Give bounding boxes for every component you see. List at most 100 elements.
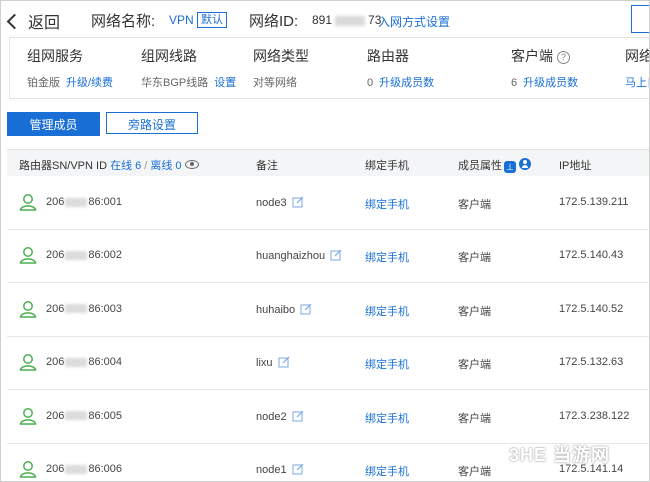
summary-value: 0 — [367, 77, 374, 89]
redacted-blur — [65, 464, 88, 474]
online-filter[interactable]: 在线 6 — [110, 160, 141, 172]
redacted-blur — [65, 357, 88, 367]
watermark-logo: 3HE 当游网 — [509, 445, 611, 465]
note-text: huanghaizhou — [256, 250, 326, 263]
table-row: 206 86:005 node2 绑定手机 客户端 172.3.238.122 — [7, 390, 649, 444]
member-note: huanghaizhou — [256, 249, 342, 262]
summary-title: 组网线路 — [141, 48, 197, 64]
network-id-prefix: 891 — [312, 13, 333, 27]
note-text: node2 — [256, 410, 287, 423]
bind-phone-link[interactable]: 绑定手机 — [365, 356, 409, 372]
eye-icon[interactable] — [184, 160, 199, 169]
member-note: node3 — [256, 196, 304, 209]
bind-phone-link[interactable]: 绑定手机 — [365, 463, 409, 479]
member-ip: 172.5.140.52 — [559, 302, 624, 315]
bind-phone-link[interactable]: 绑定手机 — [365, 303, 409, 319]
edit-icon[interactable] — [278, 356, 290, 368]
edit-icon[interactable] — [292, 410, 304, 422]
redacted-blur — [65, 250, 88, 260]
member-attr: 客户端 — [458, 305, 491, 318]
summary-client: 客户端? 6 升级成员数 — [511, 46, 578, 90]
upgrade-router-members-link[interactable]: 升级成员数 — [379, 77, 434, 89]
line-settings-link[interactable]: 设置 — [214, 77, 236, 89]
back-button[interactable]: 返回 — [6, 9, 61, 33]
sn-suffix: 86:002 — [88, 249, 123, 262]
summary-value: 铂金版 — [27, 77, 60, 89]
member-sn: 206 86:004 — [46, 356, 122, 368]
user-icon — [18, 406, 38, 426]
sn-suffix: 86:004 — [88, 356, 123, 369]
table-row: 206 86:004 lixu 绑定手机 客户端 172.5.132.63 — [7, 336, 649, 391]
member-attr: 客户端 — [458, 466, 491, 478]
user-icon — [18, 192, 38, 212]
user-icon — [18, 299, 38, 319]
filter-separator: / — [144, 160, 148, 172]
user-icon — [18, 245, 38, 265]
summary-service: 组网服务 铂金版 升级/续费 — [27, 46, 113, 90]
user-icon — [18, 352, 38, 372]
summary-type: 网络类型 对等网络 — [253, 46, 309, 90]
bind-phone-link[interactable]: 绑定手机 — [365, 249, 409, 265]
client-filter-icon[interactable] — [519, 158, 531, 170]
summary-router: 路由器 0 升级成员数 — [367, 46, 434, 90]
summary-line: 组网线路 华东BGP线路 设置 — [141, 46, 236, 90]
member-note: lixu — [256, 356, 290, 369]
member-sn: 206 86:001 — [46, 196, 122, 208]
upgrade-renew-link[interactable]: 升级/续费 — [66, 77, 113, 89]
network-summary-panel: 组网服务 铂金版 升级/续费 组网线路 华东BGP线路 设置 网络类型 对等网络 路… — [9, 37, 649, 99]
back-label: 返回 — [28, 15, 61, 32]
header-attr-label: 成员属性 — [458, 160, 502, 172]
redacted-blur — [335, 15, 366, 26]
member-sn: 206 86:002 — [46, 249, 122, 261]
sn-prefix: 206 — [46, 463, 65, 475]
network-name-value: VPN — [169, 13, 194, 27]
table-row: 206 86:003 huhaibo 绑定手机 客户端 172.5.140.52 — [7, 283, 649, 337]
redacted-blur — [65, 411, 88, 421]
bind-phone-link[interactable]: 绑定手机 — [365, 410, 409, 426]
summary-value: 华东BGP线路 — [141, 77, 209, 89]
offline-filter[interactable]: 离线 0 — [150, 160, 181, 172]
member-sn: 206 86:005 — [46, 410, 122, 422]
note-text: lixu — [256, 357, 273, 370]
table-row: 206 86:002 huanghaizhou 绑定手机 客户端 172.5.140.43 — [7, 229, 649, 284]
member-note: node1 — [256, 463, 304, 476]
sn-suffix: 86:006 — [88, 463, 123, 475]
help-icon[interactable]: ? — [557, 51, 570, 64]
network-id-value: 891 73 — [312, 13, 381, 27]
member-ip: 172.5.139.211 — [559, 196, 629, 208]
edit-icon[interactable] — [292, 196, 304, 208]
sn-prefix: 206 — [46, 196, 65, 208]
app-window: 返回 网络名称: VPN 默认 网络ID: 891 73 入网方式设置 组网服务 … — [0, 0, 650, 482]
edit-icon[interactable] — [300, 303, 312, 315]
header-note: 备注 — [256, 160, 278, 172]
top-right-button[interactable] — [631, 5, 649, 33]
header-sn-label: 路由器SN/VPN ID — [19, 160, 108, 172]
router-filter-icon[interactable]: ⊥ — [504, 161, 516, 173]
sn-prefix: 206 — [46, 356, 65, 369]
header-attr: 成员属性 ⊥ — [458, 157, 531, 173]
join-method-link[interactable]: 入网方式设置 — [378, 13, 450, 30]
summary-more-link[interactable]: 马上自 — [625, 77, 649, 89]
bind-phone-link[interactable]: 绑定手机 — [365, 196, 409, 212]
edit-icon[interactable] — [292, 463, 304, 475]
default-badge: 默认 — [197, 12, 227, 28]
summary-value: 对等网络 — [253, 77, 297, 89]
bypass-settings-button[interactable]: 旁路设置 — [106, 112, 198, 134]
upgrade-client-members-link[interactable]: 升级成员数 — [523, 77, 578, 89]
user-icon — [18, 459, 38, 479]
edit-icon[interactable] — [330, 249, 342, 261]
member-attr: 客户端 — [458, 252, 491, 265]
manage-members-button[interactable]: 管理成员 — [7, 112, 100, 136]
member-note: node2 — [256, 410, 304, 423]
summary-title: 路由器 — [367, 48, 409, 64]
member-note: huhaibo — [256, 303, 312, 316]
sn-suffix: 86:005 — [88, 409, 123, 422]
network-id-label: 网络ID: — [249, 13, 299, 30]
sn-prefix: 206 — [46, 409, 65, 422]
table-header: 路由器SN/VPN ID 在线 6/离线 0 备注 绑定手机 成员属性 ⊥ IP地… — [7, 149, 649, 176]
table-row: 206 86:001 node3 绑定手机 客户端 172.5.139.211 — [7, 176, 649, 230]
summary-title: 网络类型 — [253, 48, 309, 64]
summary-more: 网络 马上自 — [625, 46, 649, 90]
top-bar: 返回 网络名称: VPN 默认 网络ID: 891 73 入网方式设置 — [1, 1, 649, 37]
member-sn: 206 86:003 — [46, 303, 122, 315]
